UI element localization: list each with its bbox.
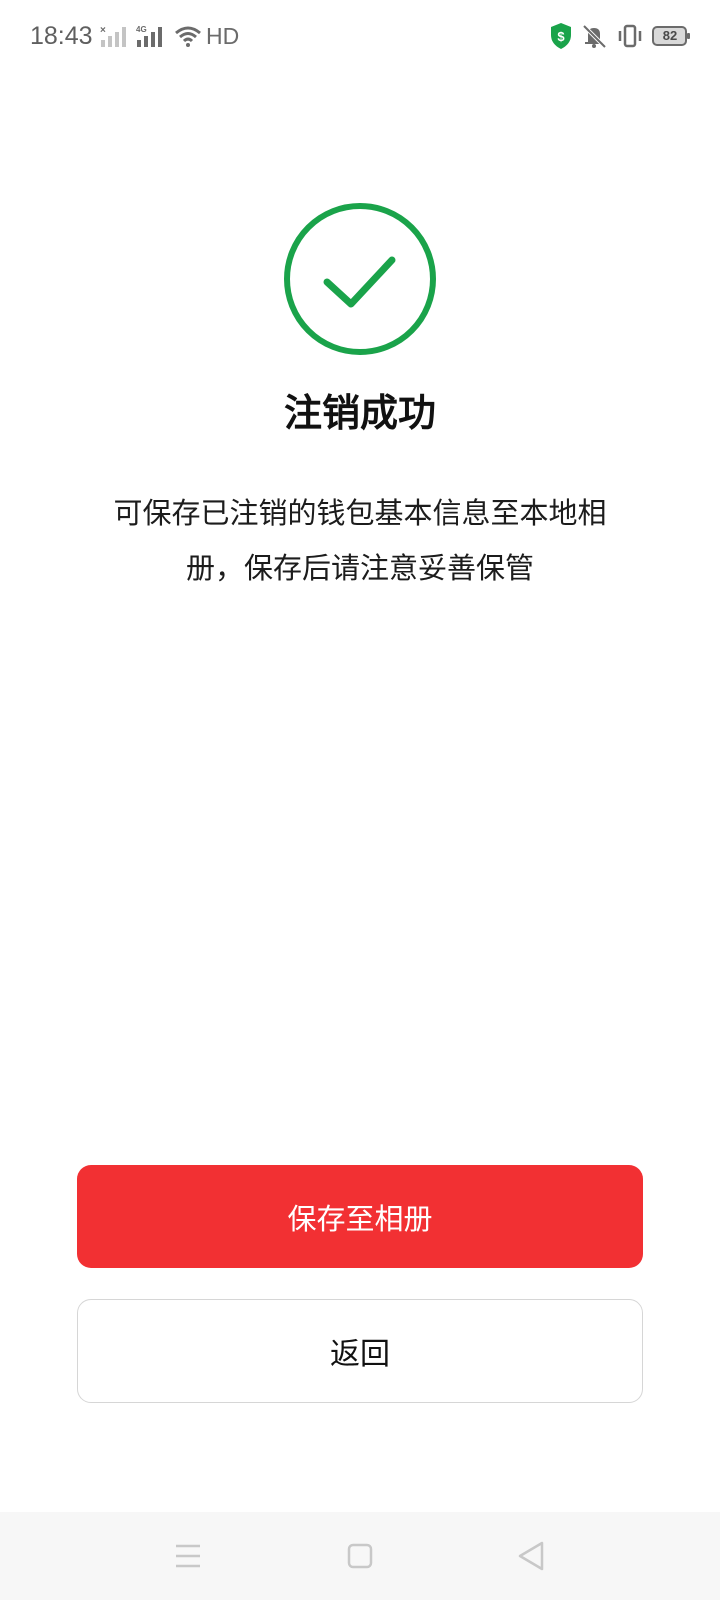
page-title: 注销成功 — [283, 391, 436, 435]
battery-level: 82 — [662, 28, 678, 43]
svg-text:4G: 4G — [136, 25, 147, 34]
vibrate-icon — [618, 24, 642, 48]
screen: 18:43 × 4G HD $ 82 注销成功 可保存已注销的钱包基本信息至本地… — [0, 0, 720, 1600]
svg-text:$: $ — [557, 29, 565, 44]
description-text: 可保存已注销的钱包基本信息至本地相册，保存后请注意妥善保管 — [113, 496, 607, 585]
battery-icon: 82 — [652, 25, 692, 47]
no-sim-signal-icon: × — [100, 25, 126, 47]
status-bar: 18:43 × 4G HD $ 82 — [0, 0, 720, 72]
mute-bell-icon — [582, 24, 607, 49]
hd-label: HD — [206, 23, 240, 49]
wifi-icon — [175, 26, 201, 47]
status-right-icons: $ 82 — [550, 20, 690, 54]
home-square-icon[interactable] — [338, 1534, 382, 1578]
check-circle-icon — [284, 203, 436, 355]
svg-text:×: × — [100, 25, 106, 36]
security-shield-icon: $ — [551, 23, 571, 49]
back-button[interactable]: 返回 — [77, 1299, 643, 1403]
back-triangle-icon[interactable] — [510, 1534, 554, 1578]
status-time: 18:43 — [30, 22, 93, 50]
menu-icon[interactable] — [166, 1534, 210, 1578]
save-to-album-button[interactable]: 保存至相册 — [77, 1165, 643, 1268]
cellular-signal-icon: 4G — [136, 25, 162, 47]
system-nav-bar — [0, 1512, 720, 1600]
